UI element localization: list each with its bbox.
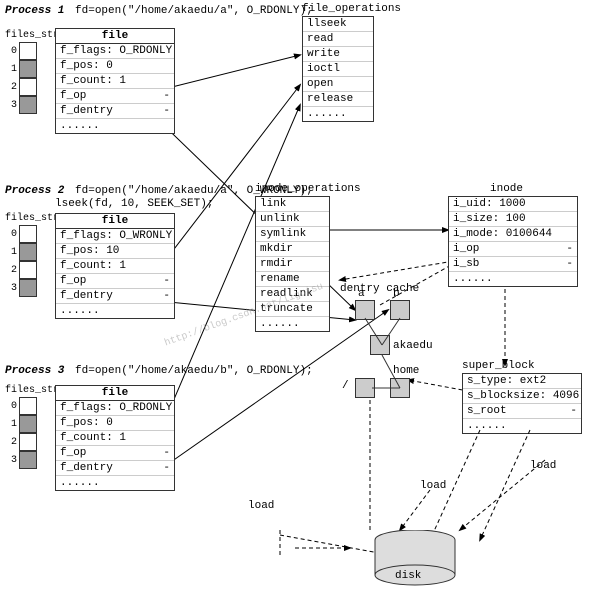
file-operations-label: file_operations [302, 3, 401, 15]
super-block-label: super_block [462, 360, 535, 372]
process3-label: Process 3 fd=open("/home/akaedu/b", O_RD… [5, 365, 313, 377]
disk-label: disk [395, 570, 421, 582]
dentry-cache-label: dentry cache [340, 283, 419, 295]
dentry-akaedu [370, 335, 390, 355]
dentry-home [390, 378, 410, 398]
load-label-1: load [248, 500, 274, 512]
p2-file-box: file f_flags: O_WRONLY f_pos: 10 f_count… [55, 213, 175, 319]
inode-operations-box: link unlink symlink mkdir rmdir rename r… [255, 196, 330, 332]
process1-label: Process 1 fd=open("/home/akaedu/a", O_RD… [5, 5, 313, 17]
file-operations-box: llseek read write ioctl open release ...… [302, 16, 374, 122]
load-label-3: load [530, 460, 556, 472]
p1-file-box: file f_flags: O_RDONLY f_pos: 0 f_count:… [55, 28, 175, 134]
dentry-a-label: a [358, 288, 365, 300]
inode-box: i_uid: 1000 i_size: 100 i_mode: 0100644 … [448, 196, 578, 287]
dentry-root-label: / [342, 380, 349, 392]
dentry-akaedu-label: akaedu [393, 340, 433, 352]
load-label-2: load [420, 480, 446, 492]
dentry-b-label: b [393, 288, 400, 300]
p3-file-box: file f_flags: O_RDONLY f_pos: 0 f_count:… [55, 385, 175, 491]
dentry-a [355, 300, 375, 320]
process2-cmd2: lseek(fd, 10, SEEK_SET); [55, 198, 213, 210]
dentry-root [355, 378, 375, 398]
inode-label: inode [490, 183, 523, 195]
dentry-b [390, 300, 410, 320]
dentry-home-label: home [393, 365, 419, 377]
inode-operations-label: inode_operations [255, 183, 361, 195]
super-block-box: s_type: ext2 s_blocksize: 4096 s_root- .… [462, 373, 582, 434]
diagram: Process 1 fd=open("/home/akaedu/a", O_RD… [0, 0, 600, 606]
